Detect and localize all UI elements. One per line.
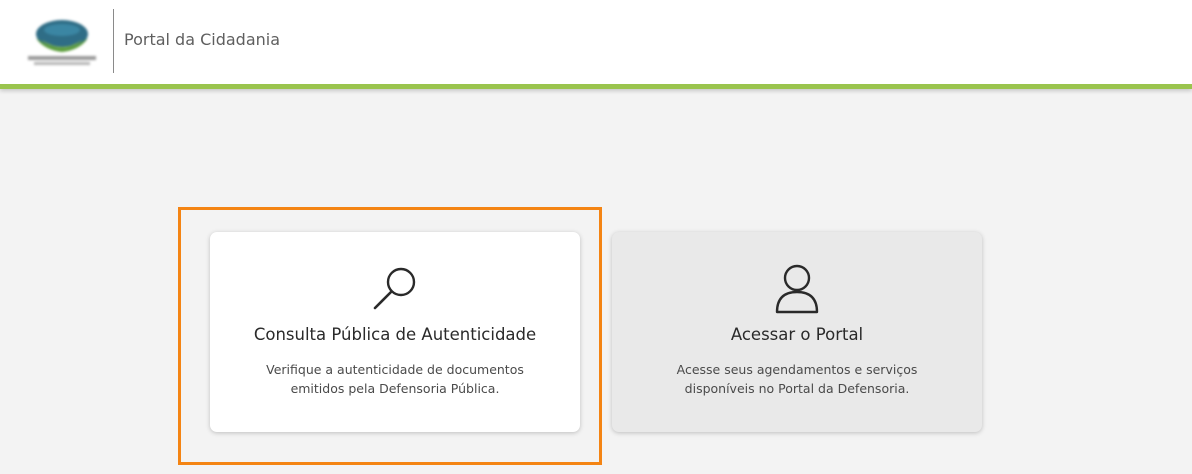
search-icon — [369, 264, 421, 316]
card-description-line: Verifique a autenticidade de documentos — [266, 362, 524, 377]
card-title: Consulta Pública de Autenticidade — [253, 325, 537, 344]
logo-emblem-icon — [28, 20, 96, 65]
card-description-line: Acesse seus agendamentos e serviços — [676, 362, 918, 377]
card-title: Acessar o Portal — [730, 325, 864, 344]
card-description: Verifique a autenticidade de documentos … — [230, 360, 560, 398]
institution-logo[interactable] — [20, 14, 104, 70]
top-header: Portal da Cidadania — [0, 0, 1192, 89]
app-title: Portal da Cidadania — [124, 30, 281, 49]
card-description-line: emitidos pela Defensoria Pública. — [290, 381, 500, 396]
card-consulta-autenticidade[interactable]: Consulta Pública de Autenticidade Verifi… — [210, 232, 580, 432]
header-divider — [113, 9, 114, 73]
card-acessar-portal[interactable]: Acessar o Portal Acesse seus agendamento… — [612, 232, 982, 432]
card-description: Acesse seus agendamentos e serviços disp… — [632, 360, 962, 398]
user-icon — [771, 264, 823, 316]
card-description-line: disponíveis no Portal da Defensoria. — [684, 381, 910, 396]
